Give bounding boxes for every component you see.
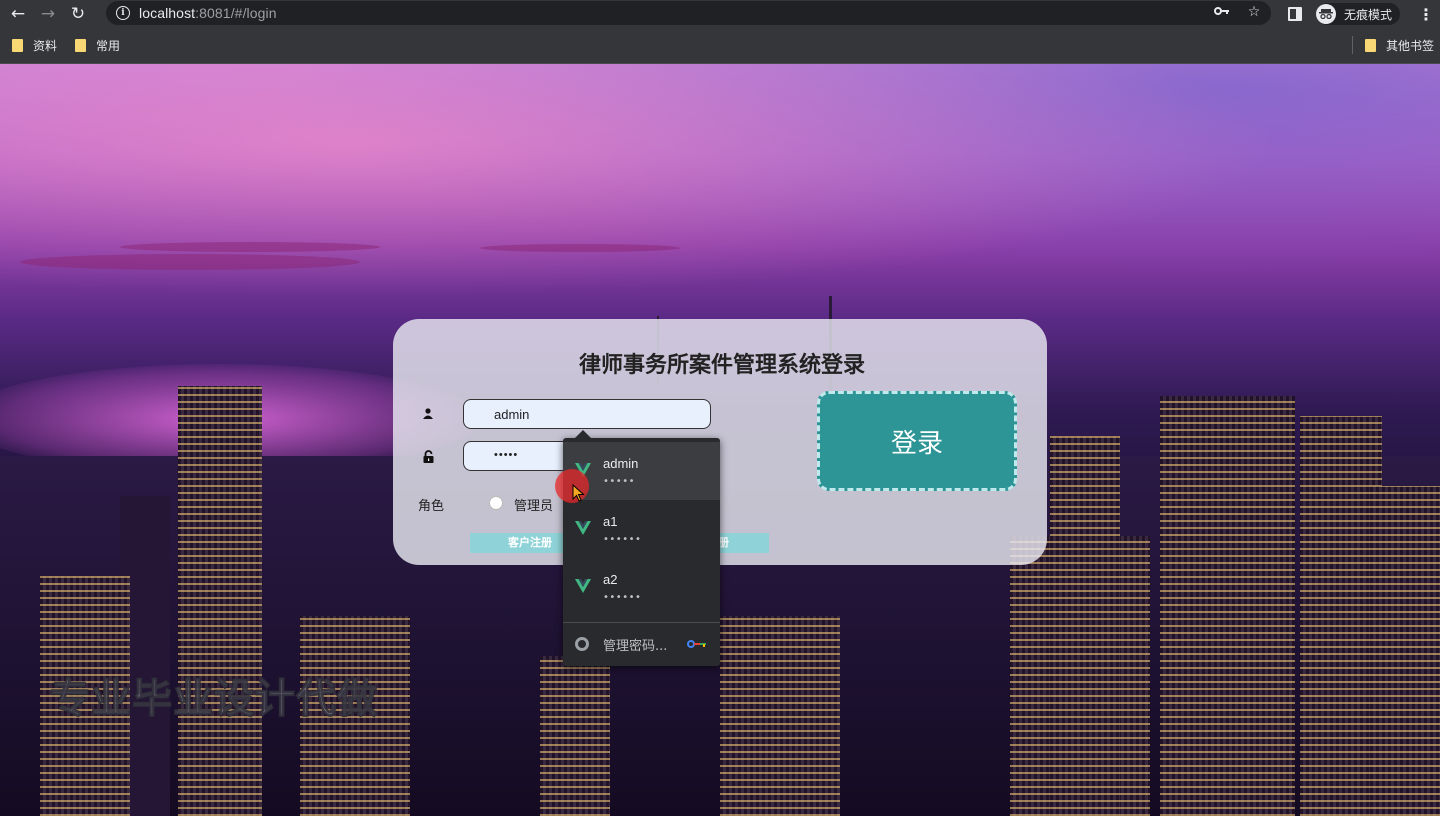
role-radio-label: 管理员 [514,499,554,514]
role-radio-admin[interactable] [489,496,503,510]
back-arrow-icon[interactable]: ← [6,2,30,26]
more-menu-icon[interactable]: ⋮ [1418,5,1434,24]
autofill-password: •••••• [603,534,642,545]
site-info-icon[interactable]: i [116,6,130,20]
reload-icon[interactable]: ↻ [66,2,90,26]
bookmark-label: 常用 [96,38,121,53]
url-path: :8081/#/login [195,5,277,21]
other-bookmarks[interactable]: 其他书签 [1351,36,1434,54]
password-autofill-dropdown: admin ••••• a1 •••••• a2 •••••• 管理密码... [563,430,720,666]
bookmark-label: 资料 [33,38,58,53]
building [1370,486,1440,816]
role-label: 角色 [418,499,445,514]
building [1160,396,1295,816]
cloud [20,254,360,270]
autofill-item[interactable]: a1 •••••• [563,500,720,558]
autofill-password: •••••• [603,592,642,603]
bookmark-folder-2[interactable]: 常用 [75,37,120,54]
building [1050,436,1120,816]
google-key-icon [687,640,706,648]
building [540,656,610,816]
autofill-username: a2 [603,572,618,587]
autofill-username: admin [603,456,639,471]
folder-icon [75,38,87,52]
address-bar[interactable]: i localhost:8081/#/login ☆ [106,1,1271,25]
login-title: 律师事务所案件管理系统登录 [578,353,865,378]
login-panel: 律师事务所案件管理系统登录 ••••• 角色 管理员 客户注册 册 登录 [393,319,1047,565]
bookmark-star-icon[interactable]: ☆ [1245,4,1263,20]
key-icon[interactable] [1213,4,1231,20]
manage-passwords-link[interactable]: 管理密码... [603,635,667,654]
url-text: localhost:8081/#/login [139,5,277,21]
building [178,386,262,816]
incognito-indicator[interactable]: 无痕模式 [1316,3,1401,25]
autofill-username: a1 [603,514,618,529]
url-host: localhost [139,5,196,21]
incognito-icon [1316,4,1336,24]
user-icon [421,408,435,422]
autofill-item[interactable]: a2 •••••• [563,558,720,616]
watermark-text: 专业毕业设计代做 [49,675,378,723]
autofill-password: ••••• [603,476,635,487]
username-input[interactable] [463,399,711,429]
login-button[interactable]: 登录 [817,391,1017,491]
lock-icon [421,450,435,464]
vue-logo-icon [575,521,591,535]
bookmarks-bar: 资料 常用 其他书签 [0,27,1440,64]
bookmarks-divider [1351,36,1353,54]
vue-logo-icon [575,579,591,593]
cloud [120,242,380,252]
forward-arrow-icon[interactable]: → [36,2,60,26]
cloud [480,244,680,252]
chrome-logo-icon [575,637,589,651]
login-page: 专业毕业设计代做 律师事务所案件管理系统登录 ••••• 角色 管理员 客户注册… [0,64,1440,816]
other-bookmarks-label: 其他书签 [1385,38,1434,53]
folder-icon [1364,38,1376,52]
mouse-pointer-icon [572,484,585,502]
sky-background [0,64,1440,324]
side-panel-icon[interactable] [1288,7,1302,21]
autofill-divider [563,622,720,623]
incognito-label: 无痕模式 [1344,7,1393,22]
folder-icon [12,38,23,52]
building [720,616,840,816]
bookmark-folder-1[interactable]: 资料 [12,37,57,54]
browser-toolbar: ← → ↻ i localhost:8081/#/login ☆ 无痕模式 ⋮ [0,0,1440,27]
